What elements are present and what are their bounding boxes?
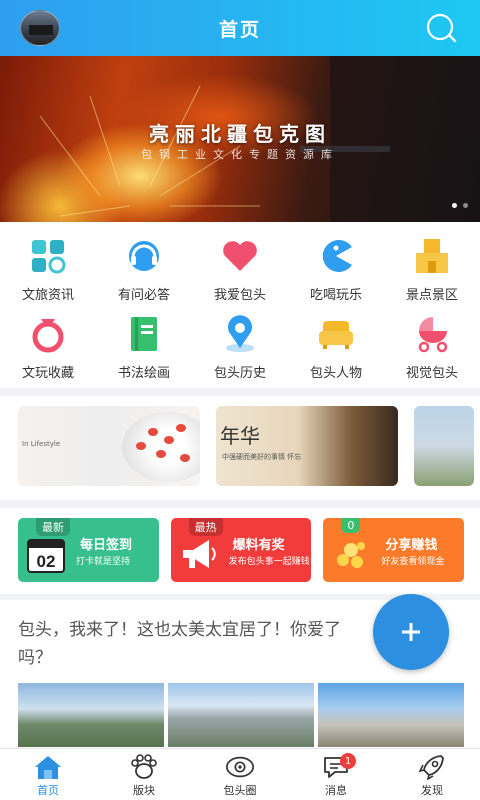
home-icon xyxy=(33,753,63,781)
banner-subtitle: 包钢工业文化专题资源库 xyxy=(141,148,339,161)
plus-icon xyxy=(402,623,420,641)
top-bar: 首页 xyxy=(0,0,480,56)
category-grid: 文旅资讯 有问必答 我爱包头 吃喝玩乐 景点景区 文玩收藏 书法绘画 包头历史 … xyxy=(0,230,480,386)
card-caption: In Lifestyle xyxy=(22,440,61,448)
promo-row: 最新 02 每日签到 打卡就是坚持 最热 爆料有奖 发布包头事一起赚钱 0 分享… xyxy=(18,518,465,582)
tab-home[interactable]: 首页 xyxy=(0,749,96,800)
fruit-image xyxy=(176,424,186,432)
category-label: 视觉包头 xyxy=(405,366,458,381)
create-post-button[interactable] xyxy=(373,594,449,670)
category-label: 吃喝玩乐 xyxy=(309,288,362,303)
card-title: 年华 xyxy=(220,424,260,448)
stroller-icon xyxy=(412,314,452,354)
post-image[interactable] xyxy=(318,683,464,747)
category-wenlv-news[interactable]: 文旅资讯 xyxy=(0,230,96,308)
eye-icon xyxy=(225,753,255,781)
tab-label: 发现 xyxy=(421,784,443,797)
page-title: 首页 xyxy=(218,18,261,41)
category-label: 书法绘画 xyxy=(117,366,170,381)
category-label: 包头人物 xyxy=(309,366,362,381)
category-label: 包头历史 xyxy=(213,366,266,381)
unread-badge: 1 xyxy=(340,753,356,769)
category-label: 文玩收藏 xyxy=(21,366,74,381)
category-calligraphy[interactable]: 书法绘画 xyxy=(96,308,192,386)
post-image[interactable] xyxy=(18,683,164,747)
tab-messages[interactable]: 1 消息 xyxy=(288,749,384,800)
paw-icon xyxy=(129,753,159,781)
feature-card-nianhua[interactable]: 年华 中强硬而美好的事情 怀忘 xyxy=(216,406,398,486)
coins-icon xyxy=(337,542,366,568)
carousel-dot-active[interactable] xyxy=(452,203,457,208)
promo-title: 分享赚钱 xyxy=(385,538,438,553)
promo-subtitle: 发布包头事一起赚钱 xyxy=(228,557,310,567)
headset-icon xyxy=(124,236,164,276)
category-scenic-spots[interactable]: 景点景区 xyxy=(384,230,480,308)
feature-card-lifestyle[interactable]: In Lifestyle xyxy=(18,406,200,486)
feature-card-city[interactable] xyxy=(414,406,474,486)
rocket-icon xyxy=(417,753,447,781)
building-icon xyxy=(412,236,452,276)
promo-subtitle: 打卡就是坚持 xyxy=(76,557,131,567)
post-text[interactable]: 包头，我来了！这也太美太宜居了！你爱了吗？ xyxy=(18,616,368,672)
bottom-tab-bar: 首页 版块 包头圈 1 消息 发现 xyxy=(0,748,480,800)
category-label: 我爱包头 xyxy=(213,288,266,303)
banner-carousel[interactable]: 亮丽北疆包克图 包钢工业文化专题资源库 xyxy=(0,56,480,222)
tab-baotou-circle[interactable]: 包头圈 xyxy=(192,749,288,800)
category-food-fun[interactable]: 吃喝玩乐 xyxy=(288,230,384,308)
heart-icon xyxy=(220,236,260,276)
fruit-image xyxy=(156,450,166,458)
location-icon xyxy=(220,314,260,354)
avatar[interactable] xyxy=(20,10,60,46)
ring-icon xyxy=(28,314,68,354)
category-people[interactable]: 包头人物 xyxy=(288,308,384,386)
promo-subtitle: 好友查看领现金 xyxy=(381,557,445,567)
sofa-icon xyxy=(316,314,356,354)
tab-label: 包头圈 xyxy=(223,784,257,797)
category-label: 景点景区 xyxy=(405,288,458,303)
fruit-image xyxy=(136,442,146,450)
grid-icon xyxy=(28,236,68,276)
search-icon xyxy=(426,13,457,43)
daily-checkin-button[interactable]: 最新 02 每日签到 打卡就是坚持 xyxy=(18,518,159,582)
post-images xyxy=(18,683,464,747)
section-divider xyxy=(0,500,480,508)
category-visual[interactable]: 视觉包头 xyxy=(384,308,480,386)
category-qa[interactable]: 有问必答 xyxy=(96,230,192,308)
search-button[interactable] xyxy=(424,12,458,44)
tab-label: 消息 xyxy=(325,784,347,797)
promo-title: 每日签到 xyxy=(80,538,133,553)
category-label: 文旅资讯 xyxy=(21,288,74,303)
card-caption: 中强硬而美好的事情 怀忘 xyxy=(222,453,302,461)
fruit-image xyxy=(164,436,174,444)
category-history[interactable]: 包头历史 xyxy=(192,308,288,386)
promo-title: 爆料有奖 xyxy=(232,538,285,553)
fruit-image xyxy=(148,428,158,436)
calendar-icon: 02 xyxy=(27,539,65,573)
book-icon xyxy=(124,314,164,354)
category-label: 有问必答 xyxy=(117,288,170,303)
report-reward-button[interactable]: 最热 爆料有奖 发布包头事一起赚钱 xyxy=(170,518,312,582)
section-divider xyxy=(0,388,480,396)
carousel-dots xyxy=(452,203,468,208)
tab-discover[interactable]: 发现 xyxy=(384,749,480,800)
tab-label: 首页 xyxy=(37,784,59,797)
carousel-dot[interactable] xyxy=(463,203,468,208)
tab-label: 版块 xyxy=(133,784,155,797)
category-collectibles[interactable]: 文玩收藏 xyxy=(0,308,96,386)
fruit-image xyxy=(180,454,190,462)
post-image[interactable] xyxy=(168,683,314,747)
pacman-icon xyxy=(316,236,356,276)
share-earn-button[interactable]: 0 分享赚钱 好友查看领现金 xyxy=(323,518,465,582)
banner-title: 亮丽北疆包克图 xyxy=(149,122,331,146)
calendar-day: 02 xyxy=(37,552,56,571)
megaphone-icon xyxy=(182,540,216,568)
promo-tag: 0 xyxy=(341,518,361,533)
category-love-baotou[interactable]: 我爱包头 xyxy=(192,230,288,308)
tab-sections[interactable]: 版块 xyxy=(96,749,192,800)
feature-cards: In Lifestyle 年华 中强硬而美好的事情 怀忘 xyxy=(18,406,480,486)
plate-image xyxy=(122,412,200,482)
